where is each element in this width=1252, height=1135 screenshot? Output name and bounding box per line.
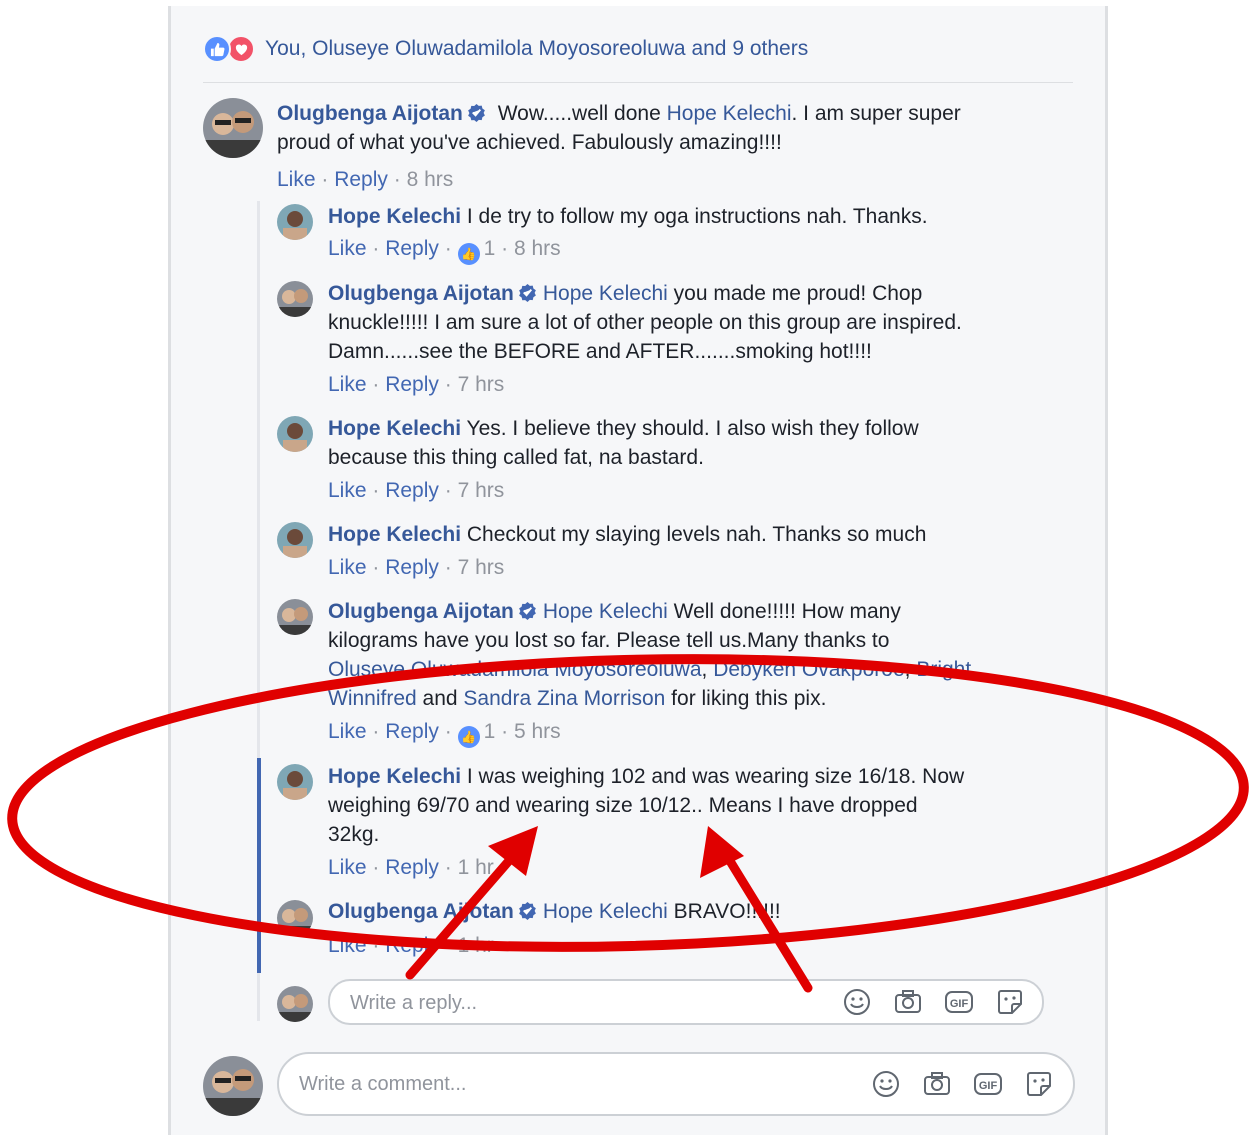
verified-badge-icon	[518, 281, 537, 302]
comment-input[interactable]: Write a comment... GIF	[277, 1052, 1075, 1116]
reply-button[interactable]: Reply	[385, 237, 439, 260]
comment-actions: Like · Reply · 8 hrs	[277, 168, 454, 191]
smiley-icon[interactable]	[871, 1069, 901, 1099]
mention-link[interactable]: Hope Kelechi	[543, 282, 668, 305]
reply-button[interactable]: Reply	[385, 856, 439, 879]
comments-panel: You, Oluseye Oluwadamilola Moyosoreoluwa…	[168, 6, 1108, 1135]
avatar[interactable]	[277, 204, 313, 240]
comment-actions: Like · Reply · 7 hrs	[328, 373, 505, 396]
comment-text: Hope Kelechi I de try to follow my oga i…	[328, 205, 928, 228]
comment-author[interactable]: Hope Kelechi	[328, 765, 461, 788]
comment-author[interactable]: Hope Kelechi	[328, 523, 461, 546]
avatar	[277, 986, 313, 1022]
avatar[interactable]	[277, 764, 313, 800]
comment-actions: Like · Reply · 1 hr	[328, 934, 494, 957]
comment-author[interactable]: Hope Kelechi	[328, 417, 461, 440]
like-button[interactable]: Like	[328, 934, 367, 957]
smiley-icon[interactable]	[842, 987, 872, 1017]
like-button[interactable]: Like	[328, 720, 367, 743]
avatar[interactable]	[277, 416, 313, 452]
verified-badge-icon	[518, 599, 537, 620]
mention-link[interactable]: Hope Kelechi	[543, 600, 668, 623]
mention-link[interactable]: Oluseye Oluwadamilola Moyosoreoluwa	[328, 658, 702, 681]
like-button[interactable]: Like	[328, 479, 367, 502]
avatar	[203, 1056, 263, 1116]
avatar[interactable]	[203, 98, 263, 158]
divider	[203, 82, 1073, 83]
timestamp[interactable]: 5 hrs	[514, 720, 561, 743]
like-button[interactable]: Like	[328, 856, 367, 879]
camera-icon[interactable]	[922, 1069, 952, 1099]
mention-link[interactable]: Winnifred	[328, 687, 417, 710]
comment-text: Olugbenga Aijotan Hope Kelechi Well done!…	[328, 599, 972, 710]
avatar[interactable]	[277, 599, 313, 635]
like-count[interactable]: 1	[484, 720, 496, 743]
mention-link[interactable]: Bright	[916, 658, 971, 681]
comment-author[interactable]: Olugbenga Aijotan	[277, 102, 463, 125]
comment-author[interactable]: Olugbenga Aijotan	[328, 900, 514, 923]
reactions-summary[interactable]: You, Oluseye Oluwadamilola Moyosoreoluwa…	[203, 34, 808, 64]
timestamp[interactable]: 8 hrs	[514, 237, 561, 260]
reply-button[interactable]: Reply	[334, 168, 388, 191]
comment-actions: Like · Reply · 👍 1 · 8 hrs	[328, 235, 561, 265]
comment-actions: Like · Reply · 7 hrs	[328, 479, 505, 502]
comment-text: Olugbenga Aijotan Hope Kelechi you made m…	[328, 281, 962, 363]
comment-actions: Like · Reply · 7 hrs	[328, 556, 505, 579]
comment-actions: Like · Reply · 1 hr	[328, 856, 494, 879]
mention-link[interactable]: Hope Kelechi	[543, 900, 668, 923]
mention-link[interactable]: Sandra Zina Morrison	[463, 687, 665, 710]
comment-author[interactable]: Hope Kelechi	[328, 205, 461, 228]
comment-text: Olugbenga Aijotan Wow.....well done Hope…	[277, 101, 961, 154]
reply-button[interactable]: Reply	[385, 556, 439, 579]
reply-button[interactable]: Reply	[385, 479, 439, 502]
comment-text: Hope Kelechi I was weighing 102 and was …	[328, 765, 965, 846]
like-count-icon: 👍	[457, 726, 480, 748]
verified-badge-icon	[467, 101, 486, 122]
timestamp[interactable]: 7 hrs	[458, 479, 505, 502]
timestamp[interactable]: 1 hr	[458, 856, 494, 879]
reactions-text[interactable]: You, Oluseye Oluwadamilola Moyosoreoluwa…	[265, 37, 808, 61]
comment-placeholder: Write a comment...	[299, 1073, 467, 1095]
sticker-icon[interactable]	[1024, 1069, 1054, 1099]
like-button[interactable]: Like	[328, 556, 367, 579]
love-icon	[227, 35, 255, 63]
reply-placeholder: Write a reply...	[350, 992, 478, 1014]
comment-text: Hope Kelechi Checkout my slaying levels …	[328, 523, 927, 546]
timestamp[interactable]: 7 hrs	[458, 373, 505, 396]
like-button[interactable]: Like	[328, 237, 367, 260]
like-count-icon: 👍	[457, 243, 480, 265]
avatar[interactable]	[277, 281, 313, 317]
timestamp[interactable]: 7 hrs	[458, 556, 505, 579]
gif-icon[interactable]: GIF	[944, 987, 974, 1017]
comment-text: Olugbenga Aijotan Hope Kelechi BRAVO!!!!!…	[328, 899, 781, 923]
like-count[interactable]: 1	[484, 237, 496, 260]
mention-link[interactable]: Debyken Ovakporoe	[713, 658, 904, 681]
svg-text:GIF: GIF	[979, 1080, 998, 1092]
avatar[interactable]	[277, 522, 313, 558]
avatar[interactable]	[277, 900, 313, 936]
comment-author[interactable]: Olugbenga Aijotan	[328, 282, 514, 305]
comment-author[interactable]: Olugbenga Aijotan	[328, 600, 514, 623]
camera-icon[interactable]	[893, 987, 923, 1017]
like-button[interactable]: Like	[277, 168, 316, 191]
sticker-icon[interactable]	[995, 987, 1025, 1017]
reply-button[interactable]: Reply	[385, 373, 439, 396]
thread-line-highlight	[257, 758, 261, 973]
like-icon	[203, 35, 231, 63]
svg-text:GIF: GIF	[950, 998, 969, 1010]
like-button[interactable]: Like	[328, 373, 367, 396]
reply-button[interactable]: Reply	[385, 934, 439, 957]
verified-badge-icon	[518, 899, 537, 920]
comment-actions: Like · Reply · 👍 1 · 5 hrs	[328, 718, 561, 748]
timestamp[interactable]: 8 hrs	[407, 168, 454, 191]
mention-link[interactable]: Hope Kelechi	[667, 102, 792, 125]
reply-input[interactable]: Write a reply... GIF	[328, 979, 1044, 1025]
timestamp[interactable]: 1 hr	[458, 934, 494, 957]
gif-icon[interactable]: GIF	[973, 1069, 1003, 1099]
reply-button[interactable]: Reply	[385, 720, 439, 743]
comment-text: Hope Kelechi Yes. I believe they should.…	[328, 417, 919, 469]
